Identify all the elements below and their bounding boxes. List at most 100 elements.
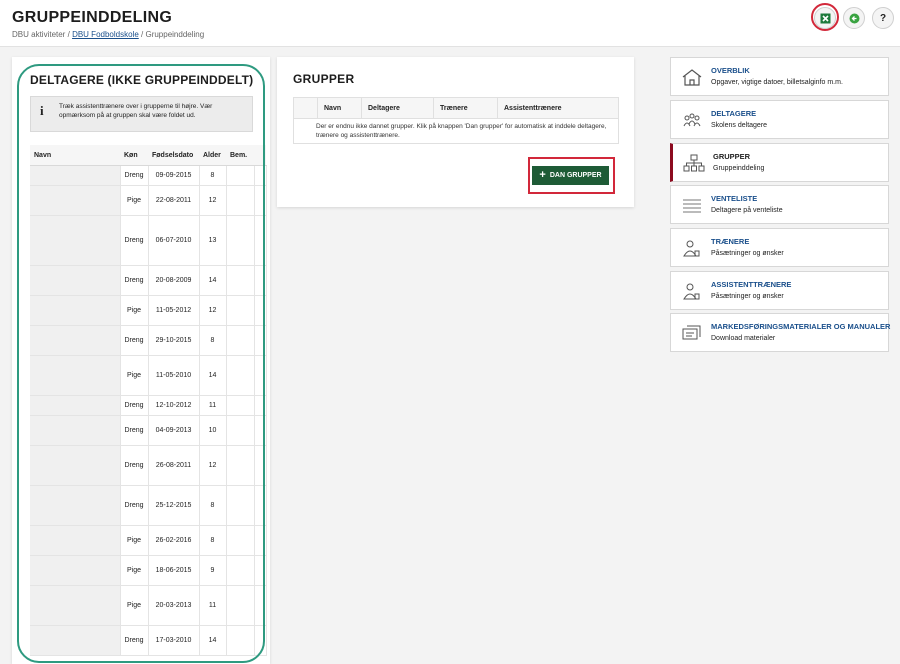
participant-gender: Pige xyxy=(120,585,149,626)
participant-notes xyxy=(226,525,255,556)
participant-row[interactable]: Dreng 17-03-2010 14 xyxy=(30,625,267,656)
participant-name xyxy=(30,525,121,556)
participant-age: 12 xyxy=(199,445,227,486)
participant-gender: Dreng xyxy=(120,215,149,266)
row-scroll-gutter xyxy=(254,445,267,486)
participant-name xyxy=(30,585,121,626)
participants-panel: DELTAGERE (IKKE GRUPPEINDDELT) i Træk as… xyxy=(12,57,270,664)
sidebar-item-venteliste[interactable]: VENTELISTE Deltagere på venteliste xyxy=(670,185,889,224)
sidebar-item-subtitle: Opgaver, vigtige datoer, billetsalginfo … xyxy=(711,79,843,86)
sidebar-item-grupper[interactable]: GRUPPER Gruppeinddeling xyxy=(670,143,889,182)
participant-gender: Dreng xyxy=(120,415,149,446)
sidebar-item-subtitle: Gruppeinddeling xyxy=(713,165,765,172)
col-gender[interactable]: Køn xyxy=(120,145,148,166)
sidebar-item-subtitle: Påsætninger og ønsker xyxy=(711,293,784,300)
info-box: i Træk assistenttrænere over i grupperne… xyxy=(30,96,253,132)
participant-row[interactable]: Pige 18-06-2015 9 xyxy=(30,555,267,586)
groups-header-row: Navn Deltagere Trænere Assistenttrænere xyxy=(293,97,619,119)
participant-gender: Pige xyxy=(120,185,149,216)
help-button[interactable]: ? xyxy=(872,7,894,29)
back-button[interactable] xyxy=(843,7,865,29)
create-groups-button[interactable]: + DAN GRUPPER xyxy=(532,166,609,185)
participant-row[interactable]: Pige 11-05-2012 12 xyxy=(30,295,267,326)
info-icon: i xyxy=(40,103,44,118)
participant-notes xyxy=(226,355,255,396)
sidebar-item-subtitle: Påsætninger og ønsker xyxy=(711,250,784,257)
excel-export-button[interactable] xyxy=(814,7,836,29)
row-scroll-gutter xyxy=(254,295,267,326)
sidebar-item-subtitle: Download materialer xyxy=(711,335,776,342)
participant-age: 8 xyxy=(199,485,227,526)
people-icon xyxy=(683,113,701,127)
row-scroll-gutter xyxy=(254,185,267,216)
participant-dob: 18-06-2015 xyxy=(148,555,200,586)
participant-name xyxy=(30,625,121,656)
breadcrumb-link[interactable]: DBU Fodboldskole xyxy=(72,30,139,39)
participant-row[interactable]: Pige 20-03-2013 11 xyxy=(30,585,267,626)
col-dob[interactable]: Fødselsdato xyxy=(148,145,199,166)
breadcrumb-root[interactable]: DBU aktiviteter xyxy=(12,30,65,39)
participant-age: 12 xyxy=(199,185,227,216)
participant-gender: Dreng xyxy=(120,165,149,186)
participant-dob: 09-09-2015 xyxy=(148,165,200,186)
participant-gender: Dreng xyxy=(120,395,149,416)
sidebar-item-assistenttrænere[interactable]: ASSISTENTTRÆNERE Påsætninger og ønsker xyxy=(670,271,889,310)
col-group-name[interactable]: Navn xyxy=(317,97,362,119)
participant-notes xyxy=(226,555,255,586)
participant-row[interactable]: Dreng 25-12-2015 8 xyxy=(30,485,267,526)
row-scroll-gutter xyxy=(254,485,267,526)
participant-notes xyxy=(226,215,255,266)
participant-gender: Dreng xyxy=(120,485,149,526)
participants-table: Navn Køn Fødselsdato Alder Bem. Dreng 09-… xyxy=(30,145,267,656)
row-scroll-gutter xyxy=(254,585,267,626)
participant-age: 8 xyxy=(199,525,227,556)
row-scroll-gutter xyxy=(254,165,267,186)
col-group-coaches[interactable]: Trænere xyxy=(433,97,498,119)
participant-notes xyxy=(226,485,255,526)
hierarchy-icon xyxy=(683,154,705,172)
participant-row[interactable]: Dreng 29-10-2015 8 xyxy=(30,325,267,356)
participant-age: 14 xyxy=(199,355,227,396)
participant-name xyxy=(30,485,121,526)
participant-dob: 29-10-2015 xyxy=(148,325,200,356)
row-scroll-gutter xyxy=(254,325,267,356)
participant-name xyxy=(30,265,121,296)
col-notes[interactable]: Bem. xyxy=(226,145,254,166)
participant-dob: 04-09-2013 xyxy=(148,415,200,446)
sidebar-item-overblik[interactable]: OVERBLIK Opgaver, vigtige datoer, billets… xyxy=(670,57,889,96)
participant-age: 14 xyxy=(199,265,227,296)
participant-name xyxy=(30,295,121,326)
participant-row[interactable]: Dreng 26-08-2011 12 xyxy=(30,445,267,486)
col-age[interactable]: Alder xyxy=(199,145,226,166)
col-group-participants[interactable]: Deltagere xyxy=(361,97,434,119)
participant-dob: 26-02-2016 xyxy=(148,525,200,556)
participant-row[interactable]: Dreng 04-09-2013 10 xyxy=(30,415,267,446)
participant-name xyxy=(30,325,121,356)
participant-gender: Pige xyxy=(120,295,149,326)
participant-gender: Pige xyxy=(120,355,149,396)
participant-row[interactable]: Dreng 20-08-2009 14 xyxy=(30,265,267,296)
participant-dob: 20-08-2009 xyxy=(148,265,200,296)
row-scroll-gutter xyxy=(254,395,267,416)
participant-gender: Dreng xyxy=(120,445,149,486)
sidebar-item-markedsføringsmaterialer[interactable]: MARKEDSFØRINGSMATERIALER OG MANUALER Down… xyxy=(670,313,890,352)
participant-row[interactable]: Dreng 06-07-2010 13 xyxy=(30,215,267,266)
materials-icon xyxy=(682,325,701,340)
col-group-assistants[interactable]: Assistenttrænere xyxy=(497,97,619,119)
participant-row[interactable]: Dreng 12-10-2012 11 xyxy=(30,395,267,416)
participant-dob: 25-12-2015 xyxy=(148,485,200,526)
sidebar-item-deltagere[interactable]: DELTAGERE Skolens deltagere xyxy=(670,100,889,139)
participant-gender: Pige xyxy=(120,525,149,556)
participant-age: 11 xyxy=(199,585,227,626)
participant-dob: 11-05-2012 xyxy=(148,295,200,326)
col-name[interactable]: Navn xyxy=(30,145,120,166)
question-icon: ? xyxy=(879,12,887,24)
participant-name xyxy=(30,215,121,266)
participant-row[interactable]: Pige 26-02-2016 8 xyxy=(30,525,267,556)
participant-row[interactable]: Pige 22-08-2011 12 xyxy=(30,185,267,216)
create-groups-label: DAN GRUPPER xyxy=(549,172,602,179)
participant-row[interactable]: Dreng 09-09-2015 8 xyxy=(30,165,267,186)
info-text: Træk assistenttrænere over i grupperne t… xyxy=(59,103,213,119)
participant-row[interactable]: Pige 11-05-2010 14 xyxy=(30,355,267,396)
sidebar-item-trænere[interactable]: TRÆNERE Påsætninger og ønsker xyxy=(670,228,889,267)
